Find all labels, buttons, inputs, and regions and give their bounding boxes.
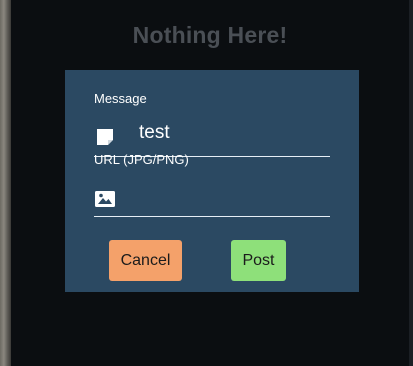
post-form-panel: Message URL (JPG/PNG) Cancel Post — [65, 70, 359, 292]
note-icon — [97, 129, 113, 145]
message-input[interactable] — [139, 122, 324, 144]
post-button[interactable]: Post — [231, 240, 286, 281]
url-field[interactable] — [94, 178, 330, 217]
cancel-button[interactable]: Cancel — [109, 240, 182, 281]
image-icon — [95, 191, 115, 207]
message-label: Message — [94, 91, 147, 106]
url-input[interactable] — [139, 188, 324, 206]
background-sidebar-strip — [0, 0, 11, 366]
url-label: URL (JPG/PNG) — [94, 152, 189, 167]
page-title: Nothing Here! — [132, 22, 288, 48]
scrollbar-track[interactable] — [409, 0, 413, 366]
message-field[interactable] — [94, 116, 330, 157]
